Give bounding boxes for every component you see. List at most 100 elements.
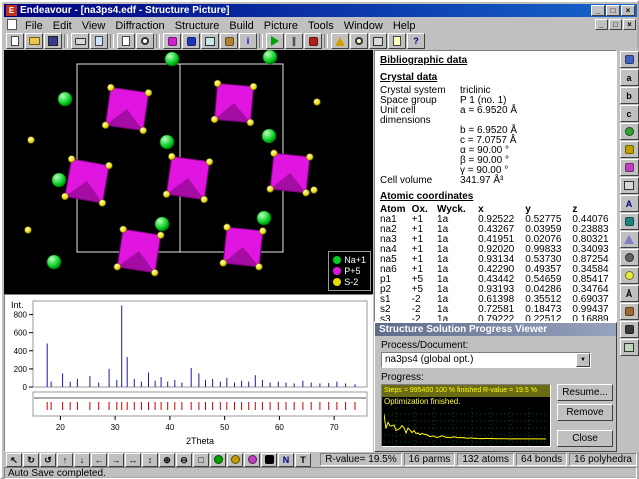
pause-calculation-button[interactable]: ∥ (285, 33, 303, 49)
rotate-left-button[interactable]: ← (91, 453, 107, 467)
close-button[interactable]: × (621, 5, 635, 16)
progress-viewer-button[interactable] (350, 33, 368, 49)
atoms-display-button[interactable] (620, 123, 639, 140)
rotate-down-button[interactable]: ↓ (74, 453, 90, 467)
s-atom[interactable] (99, 200, 106, 207)
child-restore-button[interactable]: □ (609, 19, 622, 30)
child-close-button[interactable]: × (623, 19, 636, 30)
s-atom[interactable] (140, 127, 147, 134)
menu-tools[interactable]: Tools (303, 19, 339, 33)
help-button[interactable]: ? (407, 33, 425, 49)
lighting-button[interactable] (620, 267, 639, 284)
ruler-button[interactable] (620, 303, 639, 320)
menu-build[interactable]: Build (224, 19, 258, 33)
view-along-c-button[interactable]: c (620, 105, 639, 122)
default-view-button[interactable] (620, 51, 639, 68)
menu-picture[interactable]: Picture (259, 19, 303, 33)
powder-pattern-button[interactable] (182, 33, 200, 49)
s-atom[interactable] (168, 153, 175, 160)
s-atom[interactable] (157, 232, 164, 239)
s-atom[interactable] (25, 227, 32, 234)
options-button[interactable] (620, 339, 639, 356)
s-atom[interactable] (206, 158, 213, 165)
s-atom[interactable] (259, 228, 266, 235)
bond-style-button[interactable] (227, 453, 243, 467)
perspective-button[interactable] (620, 231, 639, 248)
unit-cell-button[interactable] (620, 177, 639, 194)
crystal-structure-canvas[interactable] (4, 50, 373, 293)
s-atom[interactable] (267, 186, 274, 193)
s-atom[interactable] (62, 193, 69, 200)
view-along-b-button[interactable]: b (620, 87, 639, 104)
notes-button[interactable] (388, 33, 406, 49)
s-atom[interactable] (163, 191, 170, 198)
menu-diffraction[interactable]: Diffraction (110, 19, 169, 33)
rotate-right-button[interactable]: → (108, 453, 124, 467)
distance-measure-button[interactable]: Å (620, 285, 639, 302)
structure-picture-view[interactable]: Na+1P+5S-2 (4, 50, 373, 294)
s-atom[interactable] (311, 187, 318, 194)
polyhedra-display-button[interactable] (620, 159, 639, 176)
s-atom[interactable] (106, 162, 113, 169)
s-atom[interactable] (114, 263, 121, 270)
na-atom[interactable] (262, 129, 276, 143)
remove-button[interactable]: Remove (557, 404, 613, 421)
menu-help[interactable]: Help (388, 19, 421, 33)
labels-toggle-button[interactable]: N (278, 453, 294, 467)
s-atom[interactable] (102, 122, 109, 129)
zoom-in-button[interactable]: ⊕ (159, 453, 175, 467)
powder-pattern-pane[interactable]: Int.02004006008002030405060702Theta (4, 294, 373, 452)
menu-view[interactable]: View (77, 19, 111, 33)
rotate-cw-button[interactable]: ↻ (23, 453, 39, 467)
menu-file[interactable]: File (20, 19, 48, 33)
pan-horizontal-button[interactable]: ↔ (125, 453, 141, 467)
s-atom[interactable] (107, 84, 114, 91)
s-atom[interactable] (220, 260, 227, 267)
na-atom[interactable] (257, 211, 271, 225)
s-atom[interactable] (271, 150, 278, 157)
na-atom[interactable] (52, 173, 66, 187)
process-document-select[interactable]: na3ps4 (global opt.) ▼ (381, 352, 591, 368)
s-atom[interactable] (314, 99, 321, 106)
menu-edit[interactable]: Edit (48, 19, 77, 33)
na-atom[interactable] (47, 255, 61, 269)
start-calculation-button[interactable] (266, 33, 284, 49)
s-atom[interactable] (303, 189, 310, 196)
child-minimize-button[interactable]: _ (595, 19, 608, 30)
view-along-a-button[interactable]: a (620, 69, 639, 86)
polyhedra-style-button[interactable] (244, 453, 260, 467)
na-atom[interactable] (58, 92, 72, 106)
data-sheet-button[interactable] (201, 33, 219, 49)
zoom-button[interactable] (136, 33, 154, 49)
select-pointer-button[interactable]: ↖ (6, 453, 22, 467)
print-button[interactable] (71, 33, 89, 49)
progress-viewer-titlebar[interactable]: Structure Solution Progress Viewer (375, 323, 616, 336)
s-atom[interactable] (120, 226, 127, 233)
rotate-up-button[interactable]: ↑ (57, 453, 73, 467)
s-atom[interactable] (247, 119, 254, 126)
copy-picture-button[interactable] (117, 33, 135, 49)
rotate-ccw-button[interactable]: ↺ (40, 453, 56, 467)
calculator-button[interactable] (369, 33, 387, 49)
na-atom[interactable] (263, 50, 277, 64)
bonds-display-button[interactable] (620, 141, 639, 158)
structure-picture-button[interactable] (163, 33, 181, 49)
s-atom[interactable] (145, 89, 152, 96)
atom-style-button[interactable] (210, 453, 226, 467)
resume-button[interactable]: Resume... (557, 384, 613, 401)
s-atom[interactable] (201, 196, 208, 203)
text-tool-button[interactable]: T (295, 453, 311, 467)
s-atom[interactable] (306, 154, 313, 161)
s-atom[interactable] (151, 269, 158, 276)
save-button[interactable] (44, 33, 62, 49)
distances-angles-button[interactable] (220, 33, 238, 49)
print-preview-button[interactable] (90, 33, 108, 49)
menu-window[interactable]: Window (339, 19, 388, 33)
minimize-button[interactable]: _ (591, 5, 605, 16)
stereo-button[interactable] (620, 249, 639, 266)
s-atom[interactable] (250, 83, 257, 90)
s-atom[interactable] (256, 263, 263, 270)
maximize-button[interactable]: □ (606, 5, 620, 16)
pan-vertical-button[interactable]: ↕ (142, 453, 158, 467)
zoom-out-button[interactable]: ⊖ (176, 453, 192, 467)
